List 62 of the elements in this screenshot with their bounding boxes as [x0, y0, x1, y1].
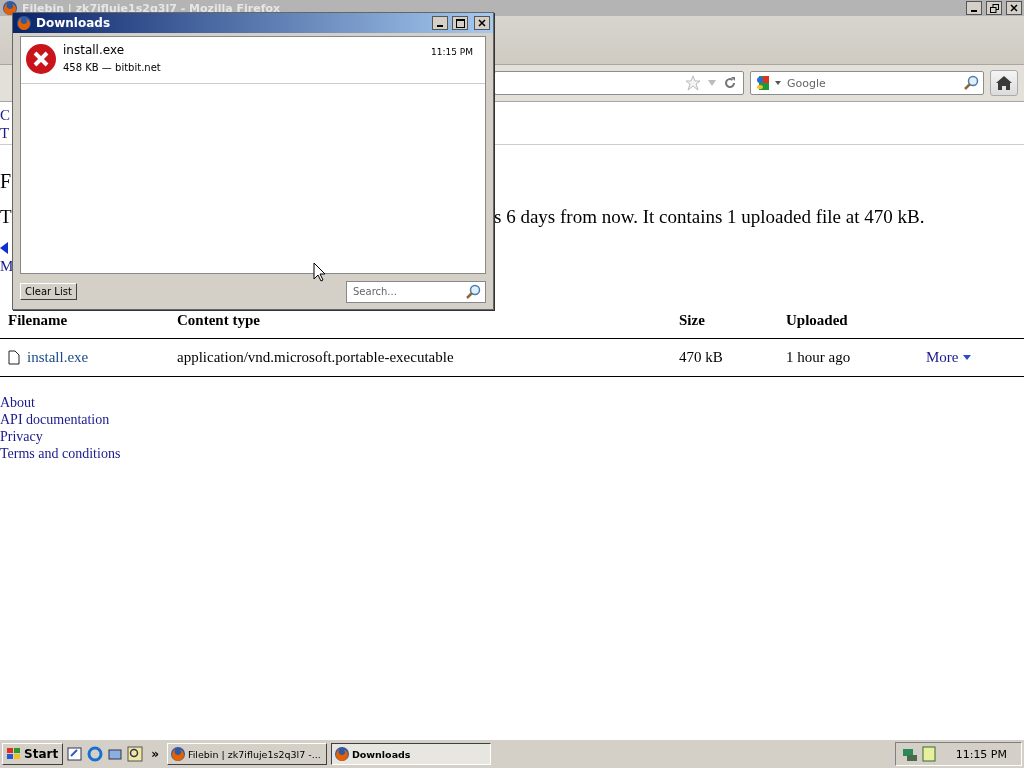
table-cell-text: 1 hour ago	[786, 349, 852, 366]
taskbar-button[interactable]: Filebin | zk7ifluje1s2q3l7 -...	[166, 743, 327, 765]
search-icon[interactable]	[127, 746, 144, 762]
search-icon[interactable]	[963, 75, 979, 91]
minimize-button[interactable]	[966, 1, 982, 15]
close-icon	[478, 19, 486, 27]
maximize-icon	[455, 18, 465, 28]
taskbar-button[interactable]: Downloads	[330, 743, 491, 765]
table-cell-text: application/vnd.microsoft.portable-executable	[177, 349, 455, 366]
close-button[interactable]	[1006, 1, 1022, 15]
table-cell-text: 470 kB	[679, 349, 724, 366]
footer-link[interactable]: About	[0, 394, 35, 411]
error-icon	[25, 43, 57, 75]
home-button[interactable]	[990, 70, 1018, 96]
footer-link[interactable]: API documentation	[0, 411, 110, 428]
reload-icon[interactable]	[723, 76, 737, 90]
restore-icon	[989, 3, 999, 13]
file-name: install.exe	[63, 43, 126, 57]
paragraph-text: s 6 days from now. It contains 1 uploaded file at 470 kB.	[494, 205, 926, 229]
window-title: Downloads	[36, 16, 112, 30]
caret-icon[interactable]	[775, 81, 781, 85]
maximize-button[interactable]	[452, 16, 468, 30]
paragraph-text: T	[0, 205, 13, 229]
clear-list-button[interactable]: Clear List	[20, 283, 77, 300]
firefox-icon	[169, 746, 186, 762]
network-icon[interactable]	[901, 746, 918, 762]
column-header: Content type	[177, 311, 261, 329]
nav-link[interactable]: T	[0, 124, 10, 142]
column-header: Uploaded	[786, 311, 849, 329]
search-icon[interactable]	[465, 283, 481, 300]
more-link[interactable]: More	[926, 349, 1024, 366]
address-bar[interactable]	[494, 71, 744, 95]
browser-icon[interactable]	[87, 746, 104, 762]
column-header: Filename	[8, 311, 69, 329]
search-field[interactable]: Search...	[346, 280, 486, 303]
download-details: 458 KB — bitbit.net	[63, 62, 161, 73]
column-header: Size	[679, 311, 706, 329]
file-link[interactable]: install.exe	[8, 349, 177, 366]
firefox-icon	[2, 0, 18, 16]
home-icon	[996, 76, 1012, 90]
footer-link[interactable]: Terms and conditions	[0, 445, 121, 462]
download-item[interactable]: install.exe 458 KB — bitbit.net 11:15 PM	[21, 37, 485, 84]
start-button[interactable]: Start	[2, 743, 64, 765]
caret-icon	[962, 355, 971, 360]
nav-link[interactable]: C	[0, 106, 10, 124]
star-icon[interactable]	[685, 75, 701, 91]
page-heading: F	[0, 169, 12, 194]
restore-button[interactable]	[986, 1, 1002, 15]
clock: 11:15 PM	[955, 747, 1007, 761]
close-icon	[1010, 4, 1018, 12]
footer-link[interactable]: Privacy	[0, 428, 43, 445]
firefox-icon	[16, 15, 32, 31]
windows-logo-icon	[7, 748, 21, 760]
download-time: 11:15 PM	[431, 47, 473, 57]
minimize-button[interactable]	[432, 16, 448, 30]
firefox-icon	[333, 746, 350, 762]
google-icon[interactable]	[755, 75, 771, 91]
search-field[interactable]: Google	[750, 71, 984, 95]
close-button[interactable]	[474, 16, 490, 30]
more-icon[interactable]: »	[151, 747, 159, 761]
link-icon[interactable]	[0, 242, 8, 254]
file-icon	[8, 350, 20, 365]
